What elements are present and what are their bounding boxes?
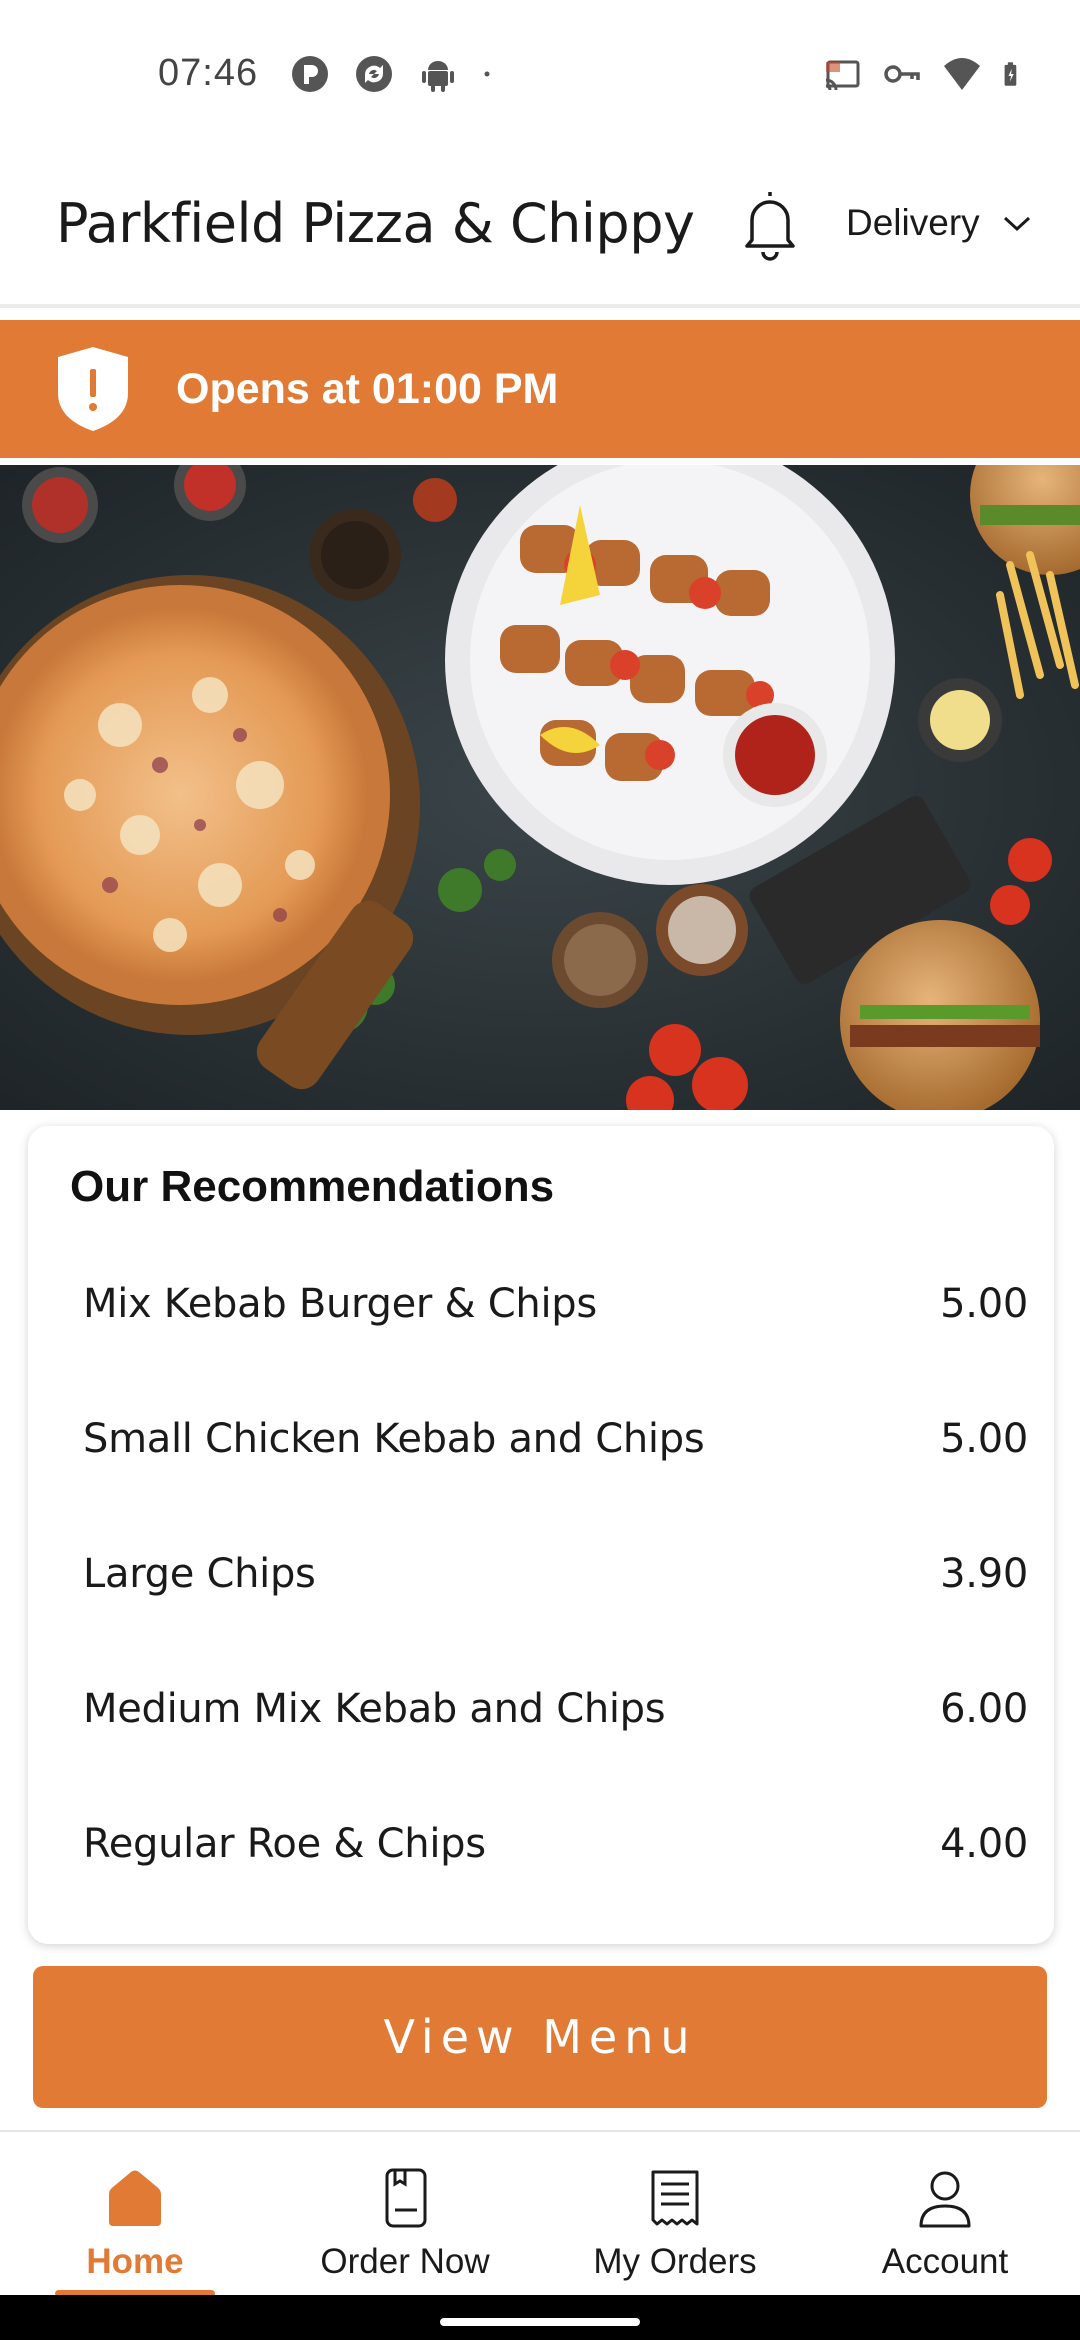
recommendations-list: Mix Kebab Burger & Chips 5.00 Small Chic… — [83, 1236, 1028, 1911]
nav-item-account[interactable]: Account — [810, 2132, 1080, 2295]
shield-alert-icon — [58, 347, 128, 431]
user-icon — [919, 2171, 971, 2228]
home-gesture-handle[interactable] — [440, 2318, 640, 2326]
food-illustration — [0, 465, 1080, 1110]
list-item[interactable]: Mix Kebab Burger & Chips 5.00 — [83, 1236, 1028, 1371]
sync-icon — [356, 56, 392, 92]
nav-label-home: Home — [86, 2242, 184, 2281]
order-now-icon — [385, 2168, 427, 2228]
home-icon — [109, 2170, 161, 2226]
chevron-down-icon — [1003, 216, 1030, 232]
nav-item-my-orders[interactable]: My Orders — [540, 2132, 810, 2295]
cast-icon — [825, 60, 860, 91]
nav-item-home[interactable]: Home — [0, 2132, 270, 2295]
store-name: Parkfield Pizza & Chippy — [56, 192, 695, 255]
nav-label-my-orders: My Orders — [593, 2242, 757, 2281]
recommendations-card: Our Recommendations Mix Kebab Burger & C… — [28, 1126, 1054, 1944]
view-menu-button[interactable]: View Menu — [33, 1966, 1047, 2108]
item-name: Mix Kebab Burger & Chips — [83, 1280, 597, 1327]
dot-icon — [484, 71, 490, 77]
app-notification-icon — [292, 56, 328, 92]
list-item[interactable]: Large Chips 3.90 — [83, 1506, 1028, 1641]
list-item[interactable]: Regular Roe & Chips 4.00 — [83, 1776, 1028, 1911]
wifi-icon — [944, 58, 980, 90]
nav-item-order-now[interactable]: Order Now — [270, 2132, 540, 2295]
item-price: 5.00 — [940, 1415, 1028, 1462]
bell-icon[interactable] — [740, 186, 800, 262]
status-bar: 07:46 — [0, 0, 1080, 150]
app-header: Parkfield Pizza & Chippy Delivery — [0, 150, 1080, 308]
item-price: 4.00 — [940, 1820, 1028, 1867]
hero-food-image — [0, 465, 1080, 1110]
nav-label-order-now: Order Now — [320, 2242, 490, 2281]
vpn-key-icon — [884, 65, 920, 83]
recommendations-title: Our Recommendations — [70, 1162, 555, 1211]
item-name: Medium Mix Kebab and Chips — [83, 1685, 666, 1732]
opening-time-text: Opens at 01:00 PM — [176, 364, 559, 413]
order-type-label: Delivery — [846, 202, 980, 243]
item-price: 3.90 — [940, 1550, 1028, 1597]
list-item[interactable]: Small Chicken Kebab and Chips 5.00 — [83, 1371, 1028, 1506]
item-name: Small Chicken Kebab and Chips — [83, 1415, 705, 1462]
status-time: 07:46 — [158, 52, 259, 94]
opening-time-banner: Opens at 01:00 PM — [0, 320, 1080, 458]
item-name: Regular Roe & Chips — [83, 1820, 486, 1867]
bottom-nav: Home Order Now My Orders Account — [0, 2130, 1080, 2297]
nav-label-account: Account — [881, 2242, 1009, 2281]
order-type-select[interactable]: Delivery — [846, 202, 1032, 244]
item-price: 5.00 — [940, 1280, 1028, 1327]
status-right-icons — [822, 54, 1028, 94]
receipt-icon — [651, 2170, 699, 2226]
list-item[interactable]: Medium Mix Kebab and Chips 6.00 — [83, 1641, 1028, 1776]
battery-icon — [1004, 62, 1017, 86]
status-left-icons — [290, 54, 502, 94]
system-gesture-bar — [0, 2295, 1080, 2340]
item-name: Large Chips — [83, 1550, 316, 1597]
item-price: 6.00 — [940, 1685, 1028, 1732]
android-icon — [422, 61, 454, 92]
